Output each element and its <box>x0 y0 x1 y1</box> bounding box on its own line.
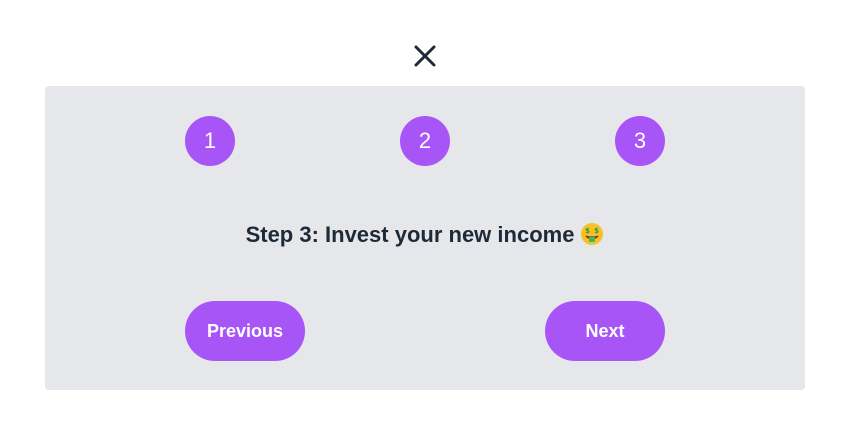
money-mouth-face-icon: $ $ <box>581 223 604 245</box>
step-description: Step 3: Invest your new income $ $ <box>45 220 805 250</box>
stepper-card: 1 2 3 Step 3: Invest your new income $ $… <box>45 86 805 390</box>
previous-button[interactable]: Previous <box>185 301 305 361</box>
step-3-indicator[interactable]: 3 <box>615 116 665 166</box>
step-description-text: Step 3: Invest your new income <box>245 222 575 247</box>
step-2-indicator[interactable]: 2 <box>400 116 450 166</box>
close-icon[interactable] <box>412 43 438 69</box>
next-button[interactable]: Next <box>545 301 665 361</box>
svg-text:$: $ <box>595 227 600 235</box>
svg-text:$: $ <box>586 227 591 235</box>
step-1-indicator[interactable]: 1 <box>185 116 235 166</box>
